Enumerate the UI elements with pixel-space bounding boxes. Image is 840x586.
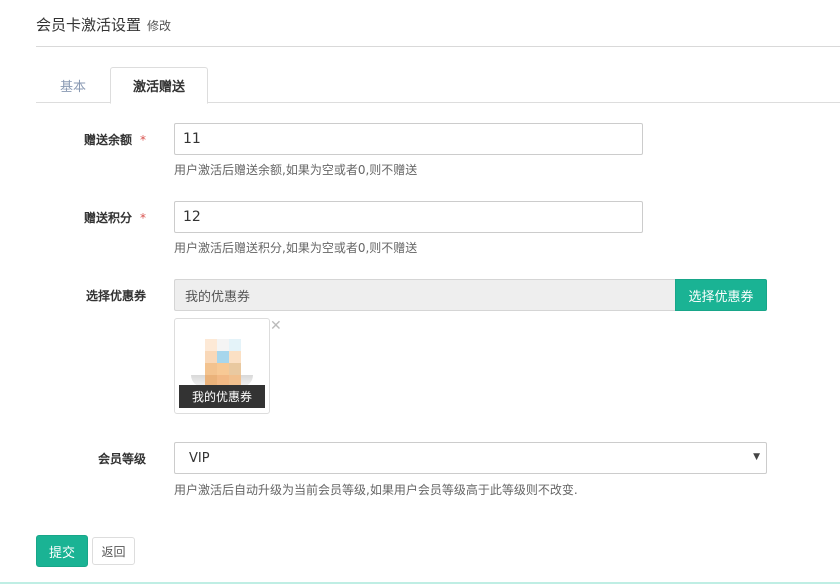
- balance-label-text: 赠送余额: [83, 133, 132, 147]
- balance-help-text: 用户激活后赠送余额,如果为空或者0,则不赠送: [174, 163, 418, 177]
- bottom-accent-line: [0, 582, 840, 584]
- points-required-mark: *: [140, 211, 146, 225]
- caret-down-icon: ▼: [753, 452, 760, 462]
- page-subtitle: 修改: [147, 19, 172, 33]
- coupon-selected-display: 我的优惠券: [174, 279, 676, 311]
- tab-activation-gift[interactable]: 激活赠送: [110, 67, 208, 104]
- coupon-card[interactable]: 我的优惠券: [174, 318, 270, 414]
- points-label-text: 赠送积分: [83, 211, 132, 225]
- points-input[interactable]: [174, 201, 643, 233]
- page-title: 会员卡激活设置: [36, 16, 142, 34]
- balance-label: 赠送余额 *: [36, 131, 146, 148]
- level-help-text: 用户激活后自动升级为当前会员等级,如果用户会员等级高于此等级则不改变.: [174, 483, 578, 497]
- select-coupon-button[interactable]: 选择优惠券: [675, 279, 767, 311]
- balance-required-mark: *: [140, 133, 146, 147]
- tab-bar: 基本 激活赠送: [36, 67, 840, 104]
- page-header: 会员卡激活设置 修改: [36, 14, 171, 34]
- coupon-thumbnail: [191, 333, 253, 389]
- balance-input[interactable]: [174, 123, 643, 155]
- member-level-select[interactable]: VIP ▼: [174, 442, 767, 474]
- points-label: 赠送积分 *: [36, 209, 146, 226]
- coupon-card-caption: 我的优惠券: [179, 385, 265, 408]
- remove-coupon-icon[interactable]: ✕: [270, 319, 282, 333]
- header-divider: [36, 46, 840, 47]
- submit-button[interactable]: 提交: [36, 535, 88, 567]
- level-label: 会员等级: [97, 452, 146, 466]
- points-help-text: 用户激活后赠送积分,如果为空或者0,则不赠送: [174, 241, 418, 255]
- tab-basic[interactable]: 基本: [36, 67, 110, 104]
- coupon-selected-text: 我的优惠券: [185, 289, 251, 305]
- back-button[interactable]: 返回: [92, 537, 135, 565]
- member-level-selected: VIP: [189, 450, 210, 466]
- coupon-label: 选择优惠券: [85, 289, 146, 303]
